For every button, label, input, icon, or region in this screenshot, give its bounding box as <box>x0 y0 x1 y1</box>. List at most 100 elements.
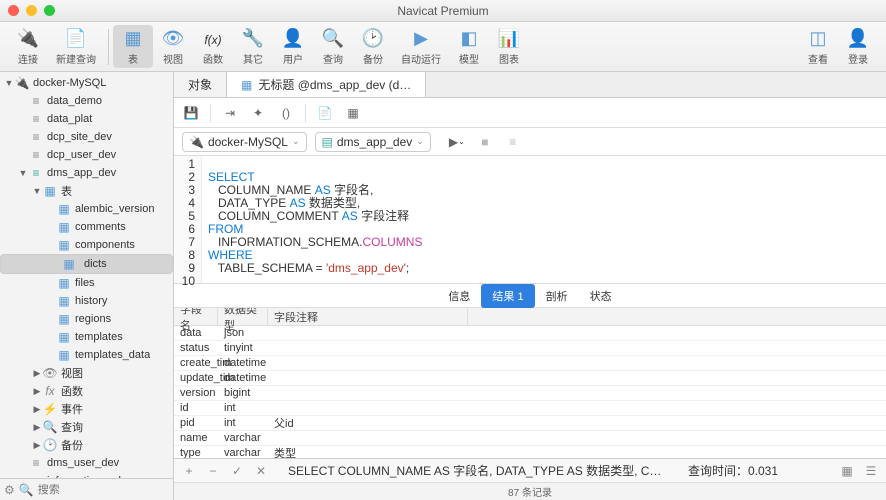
tree-node[interactable]: ≡dcp_user_dev <box>0 146 173 164</box>
disclosure-icon[interactable]: ▶ <box>32 440 42 451</box>
table-row[interactable]: idint <box>174 401 886 416</box>
tree-node[interactable]: ▦files <box>0 274 173 292</box>
table-row[interactable]: versionbigint <box>174 386 886 401</box>
column-header[interactable]: 字段名 <box>174 308 218 325</box>
cell[interactable]: id <box>174 401 218 415</box>
toolbar-view-button[interactable]: 👁视图 <box>153 25 193 68</box>
tree-node[interactable]: ▦templates <box>0 328 173 346</box>
toolbar-wrench-button[interactable]: 🔧其它 <box>233 25 273 68</box>
tree-node[interactable]: ▶⚡事件 <box>0 400 173 418</box>
tree-node[interactable]: ▦components <box>0 236 173 254</box>
brackets-icon[interactable]: () <box>277 104 295 122</box>
toolbar-query-button[interactable]: 🔍查询 <box>313 25 353 68</box>
code-area[interactable]: SELECT COLUMN_NAME AS 字段名, DATA_TYPE AS … <box>202 156 886 283</box>
table-row[interactable]: statustinyint <box>174 341 886 356</box>
form-view-icon[interactable]: ☰ <box>864 464 878 478</box>
save-icon[interactable]: 💾 <box>182 104 200 122</box>
cell[interactable] <box>268 401 468 415</box>
cell[interactable]: tinyint <box>218 341 268 355</box>
connection-select[interactable]: 🔌 docker-MySQL ⌄ <box>182 132 307 152</box>
cell[interactable]: varchar <box>218 446 268 458</box>
disclosure-icon[interactable]: ▶ <box>32 404 42 415</box>
tree-node[interactable]: ≡data_plat <box>0 110 173 128</box>
toolbar-model-button[interactable]: ◧模型 <box>449 25 489 68</box>
close-icon[interactable] <box>8 5 19 16</box>
zoom-icon[interactable] <box>44 5 55 16</box>
cell[interactable] <box>268 431 468 445</box>
minimize-icon[interactable] <box>26 5 37 16</box>
cell[interactable] <box>268 341 468 355</box>
disclosure-icon[interactable]: ▼ <box>18 168 28 178</box>
toolbar-avatar-button[interactable]: 👤登录 <box>838 25 878 68</box>
tree-node[interactable]: ▦templates_data <box>0 346 173 364</box>
cell[interactable]: datetime <box>218 371 268 385</box>
toolbar-link-button[interactable]: 🔌连接 <box>8 25 48 68</box>
plan-icon[interactable]: ▦ <box>344 104 362 122</box>
toolbar-chart-button[interactable]: 📊图表 <box>489 25 529 68</box>
tree-node[interactable]: ▶🕑备份 <box>0 436 173 454</box>
explain-button[interactable]: ≡ <box>503 132 523 152</box>
cell[interactable]: pid <box>174 416 218 430</box>
disclosure-icon[interactable]: ▼ <box>4 78 14 88</box>
cell[interactable] <box>268 371 468 385</box>
beautify-icon[interactable]: ✦ <box>249 104 267 122</box>
tree-node[interactable]: ▶fx函数 <box>0 382 173 400</box>
cell[interactable]: datetime <box>218 356 268 370</box>
explain-icon[interactable]: 📄 <box>316 104 334 122</box>
cell[interactable]: int <box>218 416 268 430</box>
disclosure-icon[interactable]: ▼ <box>32 186 42 196</box>
tree-node[interactable]: ≡dms_user_dev <box>0 454 173 472</box>
toolbar-auto-button[interactable]: ▶自动运行 <box>393 25 449 68</box>
cell[interactable]: 父id <box>268 416 468 430</box>
editor-tab[interactable]: ▦无标题 @dms_app_dev (d… <box>227 72 426 97</box>
table-row[interactable]: namevarchar <box>174 431 886 446</box>
cell[interactable]: bigint <box>218 386 268 400</box>
cell[interactable] <box>268 356 468 370</box>
cell[interactable]: data <box>174 326 218 340</box>
column-header[interactable]: 数据类型 <box>218 308 268 325</box>
grid-body[interactable]: datajsonstatustinyintcreate_timdatetimeu… <box>174 326 886 458</box>
tree-node[interactable]: ▦comments <box>0 218 173 236</box>
indent-icon[interactable]: ⇥ <box>221 104 239 122</box>
toolbar-fx-button[interactable]: f(x)函数 <box>193 25 233 68</box>
sql-editor[interactable]: 12345678910 SELECT COLUMN_NAME AS 字段名, D… <box>174 156 886 284</box>
tree[interactable]: ▼🔌docker-MySQL≡data_demo≡data_plat≡dcp_s… <box>0 72 173 478</box>
tree-node[interactable]: ▼≡dms_app_dev <box>0 164 173 182</box>
result-grid[interactable]: 字段名数据类型字段注释 datajsonstatustinyintcreate_… <box>174 308 886 458</box>
cell[interactable]: 类型 <box>268 446 468 458</box>
cell[interactable]: version <box>174 386 218 400</box>
tree-node[interactable]: ▼🔌docker-MySQL <box>0 74 173 92</box>
cell[interactable]: int <box>218 401 268 415</box>
toolbar-newquery-button[interactable]: 📄新建查询 <box>48 25 104 68</box>
table-row[interactable]: update_timdatetime <box>174 371 886 386</box>
search-input[interactable] <box>38 484 180 496</box>
tree-node[interactable]: ▼▦表 <box>0 182 173 200</box>
cancel-icon[interactable]: ✕ <box>254 464 268 478</box>
add-row-icon[interactable]: + <box>182 464 196 478</box>
run-button[interactable]: ▶⌄ <box>447 132 467 152</box>
tree-node[interactable]: ▦regions <box>0 310 173 328</box>
disclosure-icon[interactable]: ▶ <box>32 422 42 433</box>
tree-node[interactable]: ▦alembic_version <box>0 200 173 218</box>
cell[interactable]: create_tim <box>174 356 218 370</box>
tree-node[interactable]: ≡data_demo <box>0 92 173 110</box>
table-row[interactable]: datajson <box>174 326 886 341</box>
tree-node[interactable]: ▶🔍查询 <box>0 418 173 436</box>
column-header[interactable]: 字段注释 <box>268 308 468 325</box>
cell[interactable]: name <box>174 431 218 445</box>
toolbar-user-button[interactable]: 👤用户 <box>273 25 313 68</box>
cell[interactable] <box>268 386 468 400</box>
cell[interactable]: json <box>218 326 268 340</box>
toolbar-panels-button[interactable]: ◫查看 <box>798 25 838 68</box>
toolbar-table-button[interactable]: ▦表 <box>113 25 153 68</box>
cell[interactable]: varchar <box>218 431 268 445</box>
cell[interactable]: update_tim <box>174 371 218 385</box>
cell[interactable] <box>268 326 468 340</box>
delete-row-icon[interactable]: − <box>206 464 220 478</box>
cell[interactable]: status <box>174 341 218 355</box>
stop-button[interactable]: ■ <box>475 132 495 152</box>
tree-node[interactable]: ▶👁视图 <box>0 364 173 382</box>
settings-icon[interactable]: ⚙ <box>4 483 15 497</box>
disclosure-icon[interactable]: ▶ <box>32 386 42 397</box>
grid-view-icon[interactable]: ▦ <box>840 464 854 478</box>
